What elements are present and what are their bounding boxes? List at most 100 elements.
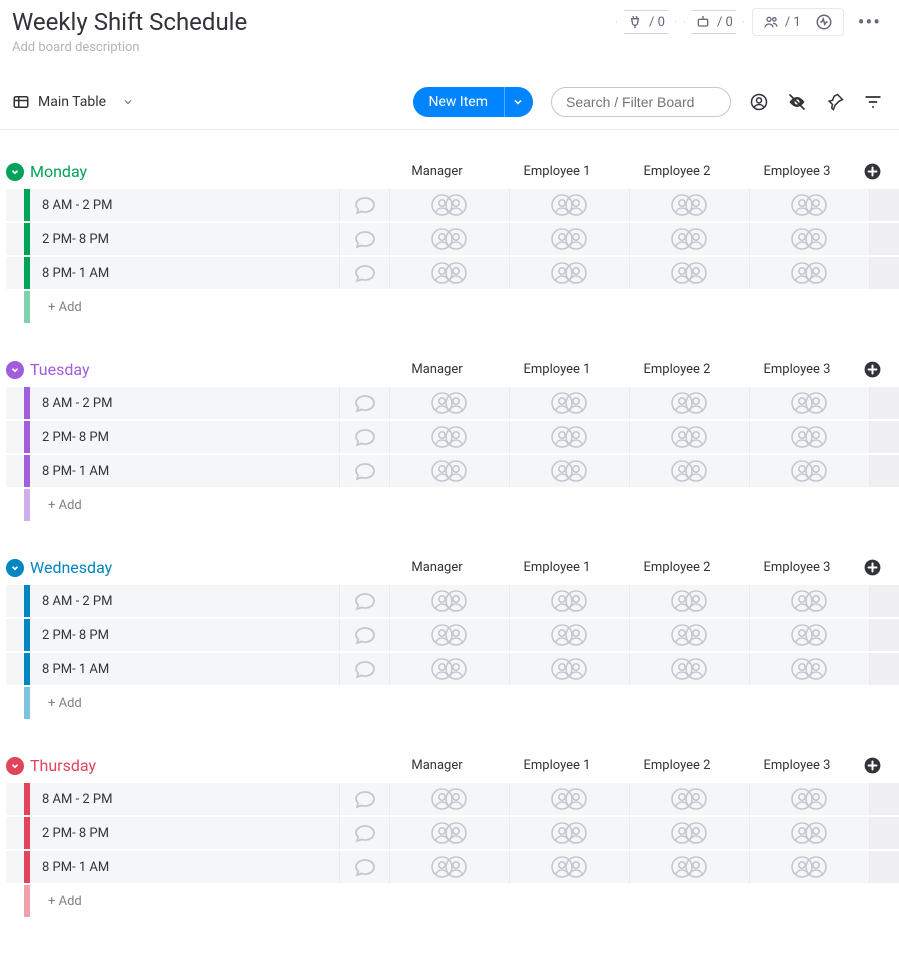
person-cell[interactable] <box>749 189 869 221</box>
person-cell[interactable] <box>749 851 869 883</box>
column-header[interactable]: Employee 3 <box>737 560 857 575</box>
add-row[interactable]: + Add <box>6 687 899 721</box>
column-header[interactable]: Employee 2 <box>617 362 737 377</box>
board-title[interactable]: Weekly Shift Schedule <box>12 8 247 36</box>
item-name[interactable]: 8 AM - 2 PM <box>42 792 339 807</box>
add-row-label[interactable]: + Add <box>48 696 339 711</box>
add-row-label[interactable]: + Add <box>48 498 339 513</box>
conversation-cell[interactable] <box>339 387 389 419</box>
conversation-cell[interactable] <box>339 421 389 453</box>
group-title[interactable]: Wednesday <box>30 558 150 577</box>
new-item-dropdown[interactable] <box>504 87 533 117</box>
table-row[interactable]: 2 PM- 8 PM <box>6 421 899 455</box>
table-row[interactable]: 8 PM- 1 AM <box>6 653 899 687</box>
person-cell[interactable] <box>389 851 509 883</box>
item-name[interactable]: 8 PM- 1 AM <box>42 662 339 677</box>
collapse-toggle[interactable] <box>6 163 24 181</box>
person-cell[interactable] <box>749 223 869 255</box>
table-row[interactable]: 8 AM - 2 PM <box>6 387 899 421</box>
person-cell[interactable] <box>509 817 629 849</box>
conversation-cell[interactable] <box>339 455 389 487</box>
person-filter-button[interactable] <box>749 92 769 112</box>
add-row[interactable]: + Add <box>6 885 899 919</box>
person-cell[interactable] <box>629 817 749 849</box>
person-cell[interactable] <box>509 783 629 815</box>
table-row[interactable]: 8 AM - 2 PM <box>6 585 899 619</box>
collapse-toggle[interactable] <box>6 361 24 379</box>
integrations-chip-1[interactable]: / 0 <box>616 10 676 34</box>
column-header[interactable]: Employee 2 <box>617 758 737 773</box>
integrations-chip-2[interactable]: / 0 <box>684 10 744 34</box>
person-cell[interactable] <box>389 223 509 255</box>
column-header[interactable]: Manager <box>377 164 497 179</box>
person-cell[interactable] <box>749 585 869 617</box>
person-cell[interactable] <box>629 257 749 289</box>
add-column-button[interactable] <box>857 756 887 775</box>
column-header[interactable]: Employee 2 <box>617 560 737 575</box>
person-cell[interactable] <box>629 851 749 883</box>
table-row[interactable]: 8 AM - 2 PM <box>6 189 899 223</box>
conversation-cell[interactable] <box>339 817 389 849</box>
item-name[interactable]: 8 AM - 2 PM <box>42 396 339 411</box>
column-header[interactable]: Employee 3 <box>737 758 857 773</box>
item-name[interactable]: 8 PM- 1 AM <box>42 464 339 479</box>
person-cell[interactable] <box>389 189 509 221</box>
pin-button[interactable] <box>825 92 845 112</box>
view-switcher[interactable]: Main Table <box>12 93 134 111</box>
column-header[interactable]: Employee 3 <box>737 164 857 179</box>
person-cell[interactable] <box>389 421 509 453</box>
person-cell[interactable] <box>749 783 869 815</box>
search-input[interactable] <box>551 87 731 117</box>
person-cell[interactable] <box>389 387 509 419</box>
collapse-toggle[interactable] <box>6 559 24 577</box>
table-row[interactable]: 2 PM- 8 PM <box>6 223 899 257</box>
person-cell[interactable] <box>629 223 749 255</box>
group-title[interactable]: Tuesday <box>30 360 150 379</box>
add-column-button[interactable] <box>857 162 887 181</box>
table-row[interactable]: 2 PM- 8 PM <box>6 817 899 851</box>
table-row[interactable]: 8 PM- 1 AM <box>6 257 899 291</box>
person-cell[interactable] <box>749 817 869 849</box>
person-cell[interactable] <box>509 189 629 221</box>
person-cell[interactable] <box>629 189 749 221</box>
person-cell[interactable] <box>629 455 749 487</box>
person-cell[interactable] <box>509 619 629 651</box>
conversation-cell[interactable] <box>339 851 389 883</box>
person-cell[interactable] <box>389 817 509 849</box>
add-row[interactable]: + Add <box>6 489 899 523</box>
conversation-cell[interactable] <box>339 783 389 815</box>
item-name[interactable]: 8 PM- 1 AM <box>42 860 339 875</box>
person-cell[interactable] <box>509 421 629 453</box>
person-cell[interactable] <box>749 257 869 289</box>
hide-columns-button[interactable] <box>787 92 807 112</box>
conversation-cell[interactable] <box>339 653 389 685</box>
add-row-label[interactable]: + Add <box>48 894 339 909</box>
column-header[interactable]: Employee 1 <box>497 362 617 377</box>
person-cell[interactable] <box>389 783 509 815</box>
person-cell[interactable] <box>509 455 629 487</box>
column-header[interactable]: Manager <box>377 362 497 377</box>
conversation-cell[interactable] <box>339 223 389 255</box>
person-cell[interactable] <box>509 387 629 419</box>
person-cell[interactable] <box>629 619 749 651</box>
person-cell[interactable] <box>629 585 749 617</box>
person-cell[interactable] <box>629 421 749 453</box>
column-header[interactable]: Employee 3 <box>737 362 857 377</box>
add-row[interactable]: + Add <box>6 291 899 325</box>
column-header[interactable]: Employee 1 <box>497 758 617 773</box>
column-header[interactable]: Employee 1 <box>497 164 617 179</box>
group-title[interactable]: Monday <box>30 162 150 181</box>
table-row[interactable]: 8 AM - 2 PM <box>6 783 899 817</box>
add-row-label[interactable]: + Add <box>48 300 339 315</box>
person-cell[interactable] <box>629 783 749 815</box>
add-column-button[interactable] <box>857 360 887 379</box>
group-title[interactable]: Thursday <box>30 756 150 775</box>
item-name[interactable]: 2 PM- 8 PM <box>42 826 339 841</box>
conversation-cell[interactable] <box>339 619 389 651</box>
person-cell[interactable] <box>389 653 509 685</box>
item-name[interactable]: 8 AM - 2 PM <box>42 198 339 213</box>
item-name[interactable]: 2 PM- 8 PM <box>42 430 339 445</box>
table-row[interactable]: 8 PM- 1 AM <box>6 455 899 489</box>
item-name[interactable]: 2 PM- 8 PM <box>42 628 339 643</box>
column-header[interactable]: Manager <box>377 560 497 575</box>
